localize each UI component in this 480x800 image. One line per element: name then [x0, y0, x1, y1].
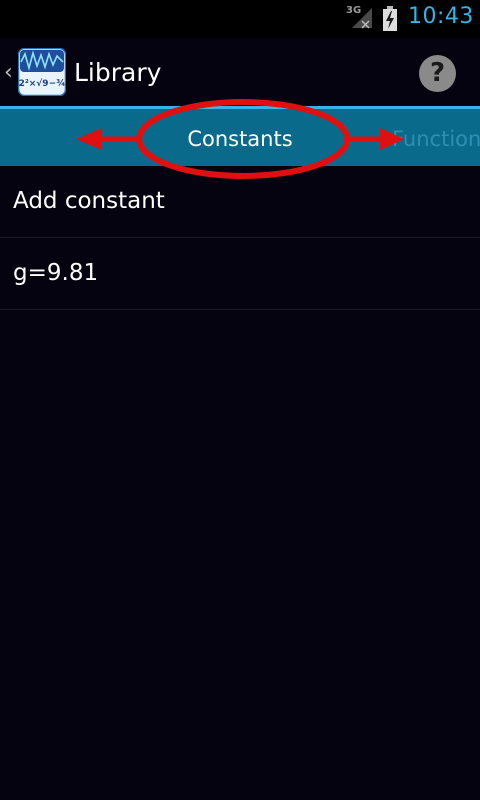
up-chevron-icon[interactable]: ‹ — [4, 60, 13, 85]
tab-strip: Constants Functions — [0, 109, 480, 166]
constants-list: Add constant g=9.81 — [0, 166, 480, 310]
screen: 3G 10:43 ‹ 2²×√9−¾ Library ? Constants F… — [0, 0, 480, 800]
signal-icon — [352, 8, 372, 29]
clock: 10:43 — [408, 4, 474, 29]
list-item-label: Add constant — [13, 188, 165, 214]
add-constant-item[interactable]: Add constant — [0, 166, 480, 238]
constant-item[interactable]: g=9.81 — [0, 238, 480, 310]
tab-functions[interactable]: Functions — [392, 109, 480, 166]
list-item-label: g=9.81 — [13, 260, 99, 286]
action-bar: ‹ 2²×√9−¾ Library ? — [0, 38, 480, 106]
tab-constants[interactable]: Constants — [140, 109, 340, 166]
battery-charging-icon — [383, 6, 397, 31]
calculator-app-icon[interactable]: 2²×√9−¾ — [18, 48, 66, 96]
app-icon-text: 2²×√9−¾ — [19, 78, 66, 89]
status-bar: 3G 10:43 — [0, 0, 480, 38]
help-button[interactable]: ? — [419, 55, 456, 92]
page-title: Library — [74, 58, 162, 87]
